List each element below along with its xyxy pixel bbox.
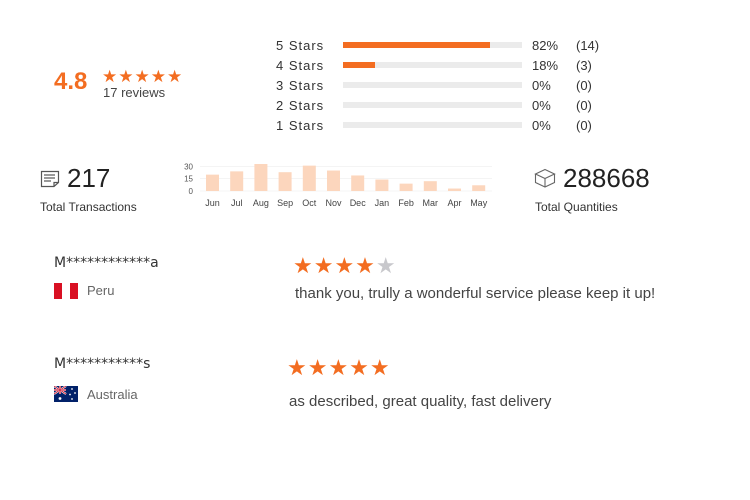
rating-stars-empty: ★ (375, 253, 397, 278)
average-stars: ★★★★★ (102, 67, 184, 86)
distribution-count: (3) (576, 58, 592, 73)
distribution-percent: 18% (532, 58, 559, 73)
reviewer-country: Australia (87, 387, 138, 402)
chart-x-tick-label: Mar (423, 198, 439, 208)
receipt-icon (40, 170, 60, 188)
distribution-bar (343, 102, 522, 108)
distribution-percent: 0% (532, 98, 551, 113)
distribution-count: (0) (576, 118, 592, 133)
chart-bar-dec[interactable] (351, 175, 365, 191)
peru-flag-icon (54, 283, 78, 299)
chart-bar-aug[interactable] (254, 164, 268, 191)
review-rating-stars: ★★★★★ (287, 355, 391, 381)
chart-x-tick-label: Feb (398, 198, 414, 208)
chart-y-tick-label: 15 (184, 175, 193, 184)
distribution-percent: 0% (532, 78, 551, 93)
chart-bar-jan[interactable] (375, 179, 389, 191)
distribution-bar (343, 42, 522, 48)
reviews-count: 17 reviews (103, 85, 166, 100)
chart-bar-oct[interactable] (302, 165, 316, 191)
chart-bar-nov[interactable] (327, 170, 340, 191)
chart-bar-jul[interactable] (230, 171, 244, 191)
reviewer-country: Peru (87, 283, 115, 298)
chart-y-tick-label: 0 (189, 187, 194, 196)
reviewer-name: M***********s (54, 356, 151, 372)
distribution-label: 5 Stars (276, 38, 325, 53)
chart-x-tick-label: Jan (375, 198, 390, 208)
distribution-row-1[interactable]: 1 Stars 0% (0) (276, 115, 616, 135)
review-text: as described, great quality, fast delive… (289, 393, 552, 410)
chart-bar-feb[interactable] (399, 183, 413, 191)
rating-stars-filled: ★★★★★ (287, 355, 391, 380)
box-icon (534, 168, 556, 188)
distribution-fill (343, 62, 376, 68)
review-text: thank you, trully a wonderful service pl… (295, 285, 656, 302)
chart-x-tick-label: May (470, 198, 488, 208)
total-quantities-label: Total Quantities (535, 200, 618, 214)
total-transactions-value: 217 (67, 163, 111, 193)
chart-x-tick-label: Jul (231, 198, 243, 208)
chart-x-tick-label: Dec (350, 198, 367, 208)
chart-bar-mar[interactable] (423, 181, 437, 191)
distribution-row-3[interactable]: 3 Stars 0% (0) (276, 75, 616, 95)
distribution-percent: 82% (532, 38, 559, 53)
rating-stars-filled: ★★★★ (293, 253, 376, 278)
distribution-count: (0) (576, 98, 592, 113)
total-quantities-value: 288668 (563, 163, 650, 193)
distribution-row-4[interactable]: 4 Stars 18% (3) (276, 55, 616, 75)
distribution-row-2[interactable]: 2 Stars 0% (0) (276, 95, 616, 115)
monthly-transactions-chart: 30 15 0 Jun Jul Aug Sep Oct Nov Dec Jan Feb Mar Apr Ma… (184, 162, 492, 208)
review-rating-stars: ★★★★★ (293, 253, 397, 279)
chart-y-tick-label: 30 (184, 162, 193, 171)
chart-x-tick-label: Jun (205, 198, 220, 208)
distribution-label: 4 Stars (276, 58, 325, 73)
chart-bar-jun[interactable] (206, 174, 219, 191)
distribution-count: (14) (576, 38, 600, 53)
chart-x-tick-label: Apr (447, 198, 461, 208)
chart-x-tick-label: Sep (277, 198, 293, 208)
reviewer-name: M************a (54, 255, 159, 271)
distribution-fill (343, 42, 490, 48)
chart-bar-apr[interactable] (448, 188, 461, 191)
chart-x-tick-label: Oct (302, 198, 317, 208)
distribution-bar (343, 62, 522, 68)
average-score: 4.8 (54, 68, 88, 95)
distribution-label: 1 Stars (276, 118, 325, 133)
distribution-bar (343, 122, 522, 128)
total-transactions-label: Total Transactions (40, 200, 137, 214)
distribution-bar (343, 82, 522, 88)
chart-x-tick-label: Aug (253, 198, 269, 208)
chart-x-tick-label: Nov (325, 198, 342, 208)
distribution-row-5[interactable]: 5 Stars 82% (14) (276, 35, 616, 55)
distribution-label: 3 Stars (276, 78, 325, 93)
distribution-label: 2 Stars (276, 98, 325, 113)
australia-flag-icon (54, 386, 78, 402)
distribution-percent: 0% (532, 118, 551, 133)
distribution-count: (0) (576, 78, 592, 93)
chart-bar-sep[interactable] (278, 172, 292, 191)
chart-bar-may[interactable] (472, 185, 486, 191)
